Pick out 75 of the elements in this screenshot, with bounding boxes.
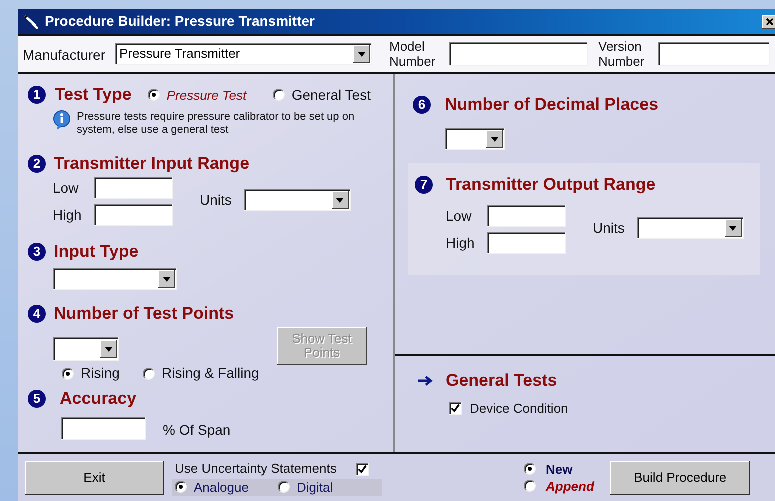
field-label: Version Number (598, 39, 646, 69)
field-label: High (53, 206, 83, 225)
radio-button[interactable] (278, 481, 290, 494)
info-text: Pressure tests require pressure calibrator to be set up on system, else use a general test (77, 111, 356, 137)
dropdown[interactable] (53, 268, 177, 290)
section-title: Input Type (54, 242, 139, 261)
radio-button[interactable] (524, 463, 536, 475)
exit-button[interactable]: Exit (25, 460, 164, 494)
field-label: Model Number (389, 39, 437, 69)
section-title: Accuracy (60, 389, 137, 408)
text-field[interactable] (94, 177, 173, 199)
caret-icon (729, 226, 738, 230)
close-button[interactable] (762, 14, 775, 28)
dropdown[interactable] (636, 217, 744, 239)
checkbox-label[interactable]: Use Uncertainty Statements (175, 459, 337, 479)
field-label: Manufacturer (23, 46, 106, 64)
radio-button[interactable] (524, 480, 536, 492)
text-field[interactable] (449, 42, 588, 66)
step-number-badge: 6 (413, 96, 431, 114)
section-title: Test Type (55, 85, 132, 104)
window-title: Procedure Builder: Pressure Transmitter (45, 12, 315, 31)
caret-icon (358, 52, 366, 56)
checkbox[interactable] (356, 462, 369, 476)
radio-label[interactable]: Analogue (194, 480, 249, 495)
section-title: Number of Decimal Places (445, 95, 659, 114)
section-title: Transmitter Output Range (446, 175, 656, 194)
field-label: Units (200, 190, 232, 210)
text-field[interactable] (487, 232, 566, 254)
step-number-badge: 1 (28, 86, 46, 104)
radio-button[interactable] (175, 481, 187, 494)
section-title: General Tests (446, 371, 558, 390)
field-label: Low (53, 178, 80, 198)
field-label: Low (446, 206, 473, 226)
radio-button[interactable] (143, 368, 155, 380)
caret-icon (162, 276, 170, 282)
radio-button[interactable] (62, 368, 74, 380)
field-label: Units (593, 218, 625, 238)
step-number-badge: 3 (28, 243, 46, 261)
section-title: Transmitter Input Range (54, 154, 250, 173)
radio-label[interactable]: Rising (81, 366, 120, 381)
text-field[interactable] (94, 204, 173, 226)
checkbox-label[interactable]: Device Condition (470, 399, 568, 418)
dropdown[interactable] (445, 128, 505, 150)
caret-icon (336, 198, 344, 202)
text-field[interactable] (487, 205, 566, 227)
dropdown[interactable]: Pressure Transmitter (115, 43, 372, 65)
radio-button[interactable] (272, 89, 285, 101)
wrench-icon (24, 14, 40, 28)
text-field[interactable] (61, 417, 146, 440)
check-icon (357, 464, 368, 474)
dropdown[interactable] (244, 189, 351, 211)
field-label: High (446, 234, 476, 253)
step-number-badge: 7 (415, 176, 433, 194)
radio-label[interactable]: Append (546, 478, 594, 494)
caret-icon (104, 346, 112, 352)
radio-label[interactable]: New (546, 462, 573, 476)
radio-label[interactable]: Digital (297, 480, 334, 495)
step-number-badge: 2 (28, 155, 46, 173)
step-number-badge: 5 (28, 390, 46, 408)
radio-label[interactable]: General Test (292, 88, 371, 102)
section-title: Number of Test Points (54, 304, 234, 323)
build-procedure-button[interactable]: Build Procedure (610, 460, 750, 494)
radio-label[interactable]: Rising & Falling (162, 366, 260, 381)
step-number-badge: 4 (28, 305, 46, 323)
caret-icon (490, 136, 498, 142)
text-field[interactable] (658, 42, 770, 66)
field-label: % Of Span (163, 421, 231, 440)
dropdown[interactable] (53, 337, 119, 361)
radio-button[interactable] (148, 89, 160, 101)
arrow-icon (417, 375, 433, 387)
info-icon (52, 110, 72, 130)
radio-label[interactable]: Pressure Test (166, 88, 247, 102)
check-icon (450, 403, 461, 414)
close-icon (766, 18, 774, 26)
checkbox[interactable] (449, 402, 462, 416)
